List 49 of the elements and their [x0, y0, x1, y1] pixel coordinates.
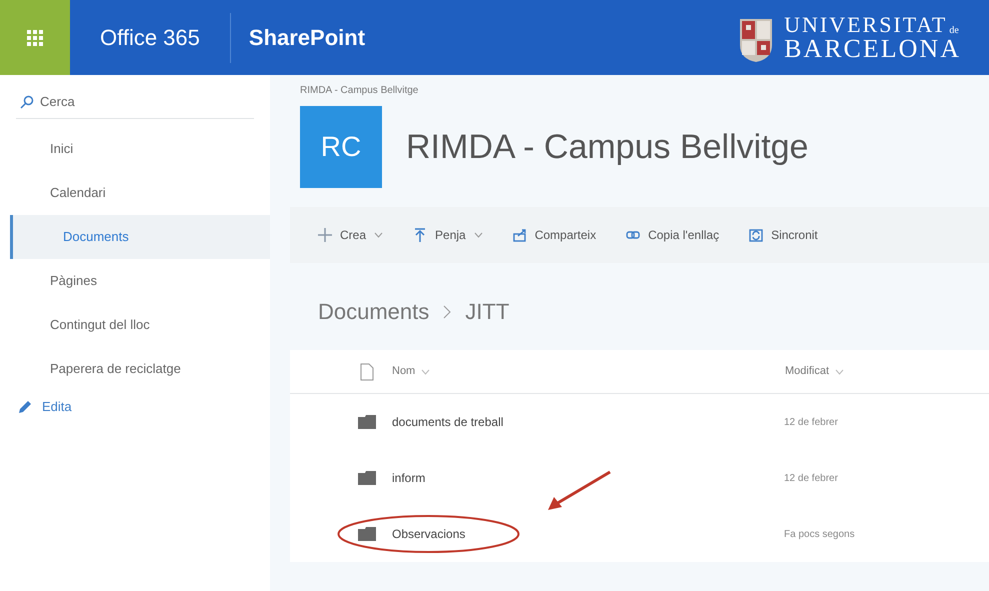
sync-icon [749, 228, 764, 242]
table-cell-text: 12 de febrer [784, 472, 838, 486]
nav-item[interactable]: Pàgines [0, 259, 270, 303]
folder-icon [358, 415, 376, 429]
site-title: RIMDA - Campus Bellvitge [406, 126, 808, 168]
chevron-down-icon [421, 368, 430, 374]
chevron-down-icon [474, 232, 483, 238]
university-name: BARCELONA [784, 36, 961, 62]
nav-item[interactable]: Contingut del lloc [0, 303, 270, 347]
waffle-icon [27, 30, 43, 46]
table-cell-text: 12 de febrer [784, 416, 838, 430]
command-button[interactable]: Sincronit [771, 226, 818, 244]
column-header[interactable]: Modificat [785, 363, 830, 380]
command-button[interactable]: Comparteix [534, 226, 596, 244]
app-launcher-button[interactable] [0, 0, 70, 75]
search-icon [20, 94, 34, 108]
column-header[interactable]: Nom [392, 363, 416, 380]
university-name-particle: de [949, 26, 959, 36]
university-name: UNIVERSITAT [784, 14, 948, 36]
app-title[interactable]: SharePoint [248, 21, 366, 54]
plus-icon [318, 228, 332, 242]
nav-item[interactable]: Documents [10, 215, 270, 259]
file-icon [360, 362, 374, 380]
command-button[interactable]: Copia l'enllaç [648, 226, 720, 244]
command-button[interactable]: Crea [340, 226, 366, 244]
share-icon [512, 228, 527, 242]
breadcrumb-item[interactable]: JITT [465, 295, 510, 328]
breadcrumb-link[interactable]: RIMDA - Campus Bellvitge [300, 83, 989, 98]
search-field[interactable]: Cerca [40, 92, 254, 112]
site-logo: RC [300, 106, 382, 188]
file-name[interactable]: Observacions [392, 525, 784, 543]
edit-link[interactable]: Edita [42, 397, 72, 416]
chevron-down-icon [835, 368, 844, 374]
folder-icon [358, 471, 376, 485]
folder-icon [358, 527, 376, 541]
file-name[interactable]: inform [392, 469, 784, 487]
pencil-icon [18, 400, 32, 414]
nav-item[interactable]: Paperera de reciclatge [0, 347, 270, 391]
nav-item[interactable]: Inici [0, 127, 270, 171]
annotation-arrow [546, 470, 612, 512]
upload-icon [413, 228, 428, 242]
chevron-right-icon [443, 304, 452, 318]
table-cell-text: Fa pocs segons [784, 528, 855, 542]
nav-item[interactable]: Calendari [0, 171, 270, 215]
chevron-down-icon [374, 232, 384, 238]
file-name[interactable]: documents de treball [392, 413, 784, 431]
office-title[interactable]: Office 365 [100, 21, 200, 54]
breadcrumb-item[interactable]: Documents [318, 295, 430, 328]
command-button[interactable]: Penja [435, 226, 466, 244]
